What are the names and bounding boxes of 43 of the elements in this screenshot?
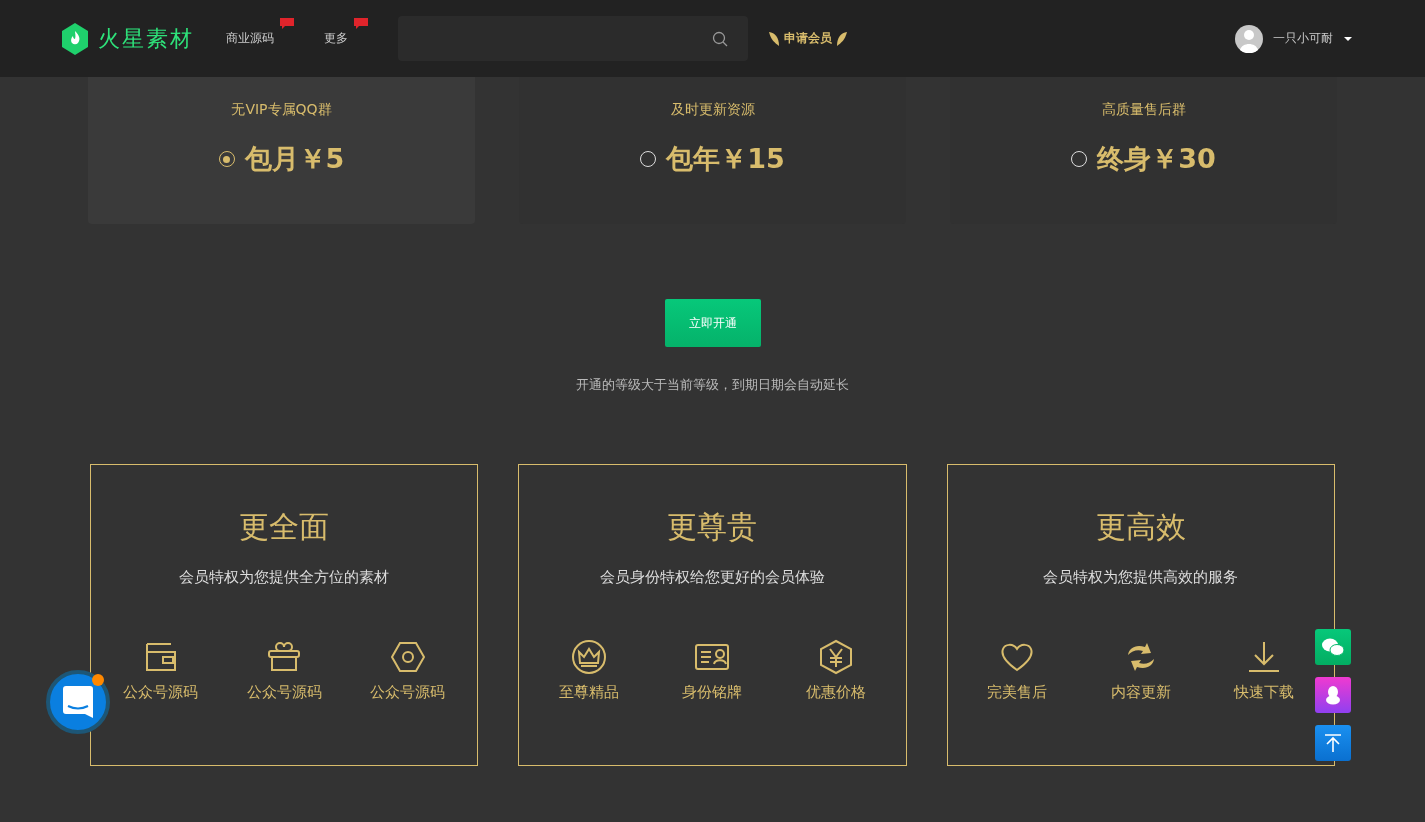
benefit-label: 内容更新 <box>1110 683 1171 702</box>
search-field[interactable] <box>398 16 748 61</box>
nav-link[interactable]: 更多 <box>324 30 348 47</box>
username[interactable]: 一只小可耐 <box>1273 30 1333 47</box>
benefit-title: 更全面 <box>239 508 330 546</box>
plan-card[interactable]: 无VIP专属QQ群 包月￥5 <box>88 77 475 224</box>
back-to-top-button[interactable] <box>1315 725 1351 761</box>
benefit-title: 更高效 <box>1095 508 1186 546</box>
wechat-icon <box>1322 637 1344 657</box>
wechat-button[interactable] <box>1315 629 1351 665</box>
logo-icon <box>60 21 90 56</box>
benefit-subtitle: 会员身份特权给您更好的会员体验 <box>600 568 825 587</box>
crown-icon <box>571 639 608 675</box>
chat-bubble-icon <box>63 686 93 718</box>
benefit-label: 公众号源码 <box>370 683 446 702</box>
benefit-label: 快速下载 <box>1234 683 1295 702</box>
yen-icon <box>817 639 854 675</box>
benefit-label: 身份铭牌 <box>682 683 743 702</box>
avatar-icon[interactable] <box>1235 24 1263 53</box>
apply-membership-link[interactable]: 申请会员 <box>768 30 848 47</box>
benefit-label: 公众号源码 <box>246 683 322 702</box>
benefit-label: 至尊精品 <box>559 683 620 702</box>
plan-price: 包年￥15 <box>666 142 785 176</box>
caret-icon[interactable] <box>1343 35 1353 42</box>
plan-price: 终身￥30 <box>1097 142 1216 176</box>
benefit-subtitle: 会员特权为您提供高效的服务 <box>1043 568 1239 587</box>
hexagon-icon <box>389 639 426 675</box>
plan-feature: 及时更新资源 <box>670 101 755 119</box>
search-icon[interactable] <box>712 30 728 47</box>
plan-feature: 高质量售后群 <box>1101 101 1186 119</box>
benefit-label: 优惠价格 <box>805 683 866 702</box>
note-text: 开通的等级大于当前等级，到期日期会自动延长 <box>576 376 849 394</box>
plan-feature: 无VIP专属QQ群 <box>231 101 332 119</box>
notification-dot <box>92 674 104 686</box>
benefit-subtitle: 会员特权为您提供全方位的素材 <box>179 568 390 587</box>
benefit-label: 公众号源码 <box>123 683 199 702</box>
back-to-top-icon <box>1324 733 1342 753</box>
plan-price: 包月￥5 <box>244 142 345 176</box>
logo-text: 火星素材 <box>98 24 194 53</box>
nav-link[interactable]: 商业源码 <box>226 30 274 47</box>
benefit-title: 更尊贵 <box>667 508 758 546</box>
benefit-label: 完美售后 <box>987 683 1048 702</box>
qq-button[interactable] <box>1315 677 1351 713</box>
